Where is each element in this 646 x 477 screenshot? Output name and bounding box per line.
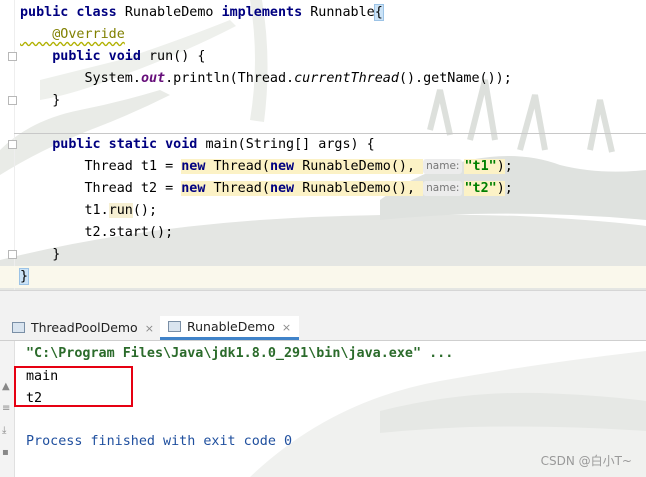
code-token: } <box>18 268 30 285</box>
tab-label: RunableDemo <box>187 319 275 334</box>
code-token: public class <box>20 5 125 20</box>
code-token: public static void <box>20 137 206 152</box>
code-editor[interactable]: public class RunableDemo implements Runn… <box>0 0 646 290</box>
output-highlight-box <box>14 366 133 407</box>
code-token: run() { <box>149 49 206 64</box>
code-token: } <box>20 247 61 262</box>
code-line[interactable]: } <box>0 244 646 266</box>
code-token: new <box>181 159 214 174</box>
editor-toolwindow-splitter[interactable] <box>0 290 646 317</box>
code-line[interactable]: } <box>0 90 646 112</box>
code-token: ) <box>496 181 505 196</box>
code-token: System. <box>20 71 141 86</box>
code-token: } <box>20 93 61 108</box>
code-line[interactable]: public void run() { <box>0 46 646 68</box>
code-token: implements <box>221 5 311 20</box>
code-token: Thread( <box>213 159 270 174</box>
code-token: RunableDemo <box>124 5 222 20</box>
print-icon[interactable]: ▪ <box>2 447 9 458</box>
code-token: t2.start(); <box>20 225 174 240</box>
code-token: ; <box>504 181 513 196</box>
parameter-hint: name: <box>423 159 463 174</box>
code-line[interactable]: public static void main(String[] args) { <box>0 134 646 156</box>
scroll-up-icon[interactable]: ▲ <box>2 381 10 392</box>
run-tab-bar: ThreadPoolDemo × RunableDemo × <box>0 316 646 341</box>
code-token: currentThread <box>294 71 399 86</box>
code-token: "t1" <box>464 159 497 174</box>
code-token: public void <box>20 49 149 64</box>
code-line[interactable]: t2.start(); <box>0 222 646 244</box>
run-console[interactable]: ▲ ≡ ⤓ ▪ "C:\Program Files\Java\jdk1.8.0_… <box>0 341 646 477</box>
code-line[interactable]: t1.run(); <box>0 200 646 222</box>
code-line[interactable]: System.out.println(Thread.currentThread(… <box>0 68 646 90</box>
code-token: @Override <box>20 27 125 42</box>
code-token: out <box>140 71 166 86</box>
code-token: new <box>269 181 303 196</box>
code-line[interactable]: @Override <box>0 24 646 46</box>
code-token: (); <box>132 203 158 218</box>
code-token: ().getName()); <box>398 71 512 86</box>
scroll-to-end-icon[interactable]: ⤓ <box>2 425 6 436</box>
watermark: CSDN @白小T~ <box>540 454 632 468</box>
console-toolbar: ▲ ≡ ⤓ ▪ <box>0 341 15 477</box>
parameter-hint: name: <box>423 181 463 196</box>
code-token: new <box>269 159 303 174</box>
code-line[interactable]: Thread t2 = new Thread(new RunableDemo()… <box>0 178 646 200</box>
tab-threadpooldemo[interactable]: ThreadPoolDemo × <box>6 316 160 340</box>
code-token: t1. <box>20 203 109 218</box>
tab-label: ThreadPoolDemo <box>31 320 138 335</box>
code-line[interactable] <box>0 112 646 134</box>
code-token: Thread t1 = <box>20 159 182 174</box>
code-token: "t2" <box>464 181 497 196</box>
tab-runabledemo[interactable]: RunableDemo × <box>160 316 300 340</box>
code-line[interactable]: public class RunableDemo implements Runn… <box>0 2 646 24</box>
code-token: RunableDemo(), <box>302 181 424 196</box>
run-config-icon <box>12 322 25 333</box>
code-token: Runnable <box>310 5 375 20</box>
code-token: run <box>108 203 133 218</box>
code-token: ) <box>496 159 505 174</box>
run-config-icon <box>168 321 181 332</box>
code-line[interactable]: } <box>0 266 646 288</box>
soft-wrap-icon[interactable]: ≡ <box>2 403 10 414</box>
console-command-line: "C:\Program Files\Java\jdk1.8.0_291\bin\… <box>26 346 454 361</box>
code-token: ; <box>504 159 513 174</box>
code-token: main(String[] args) { <box>205 137 375 152</box>
close-icon[interactable]: × <box>145 322 154 335</box>
code-token: { <box>373 4 384 21</box>
code-token: Thread( <box>213 181 270 196</box>
code-line[interactable]: Thread t1 = new Thread(new RunableDemo()… <box>0 156 646 178</box>
code-token: new <box>181 181 214 196</box>
code-token: RunableDemo(), <box>302 159 424 174</box>
code-token: .println(Thread. <box>165 71 295 86</box>
close-icon[interactable]: × <box>282 321 291 334</box>
console-exit-message: Process finished with exit code 0 <box>26 434 293 449</box>
code-token: Thread t2 = <box>20 181 182 196</box>
